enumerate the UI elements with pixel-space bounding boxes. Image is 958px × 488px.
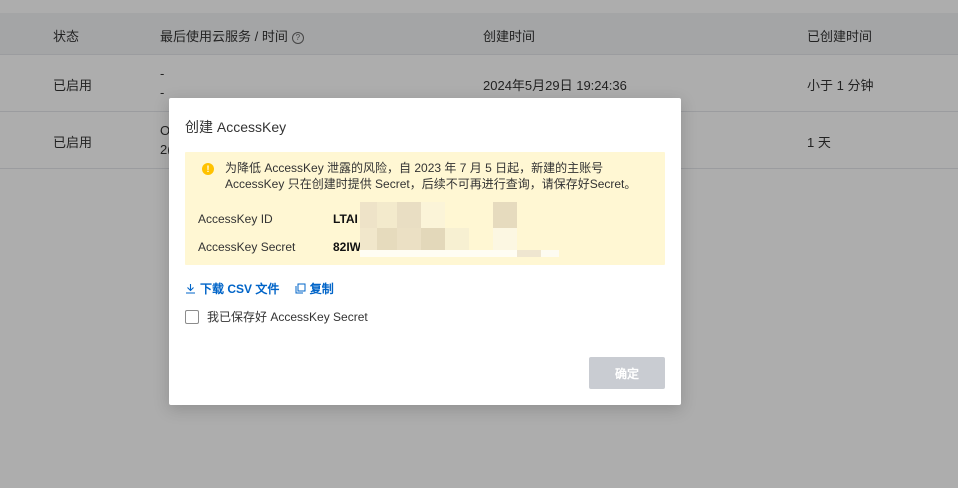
copy-icon [295, 283, 306, 294]
accesskey-id-label: AccessKey ID [198, 212, 273, 226]
notice-text: 为降低 AccessKey 泄露的风险，自 2023 年 7 月 5 日起，新建… [225, 161, 637, 191]
saved-secret-checkbox[interactable] [185, 309, 199, 324]
download-icon [186, 284, 195, 294]
accesskey-secret-label: AccessKey Secret [198, 240, 296, 254]
saved-confirm-row[interactable]: 我已保存好 AccessKey Secret [185, 308, 368, 325]
security-notice: ! 为降低 AccessKey 泄露的风险，自 2023 年 7 月 5 日起，… [185, 152, 665, 265]
accesskey-id-value[interactable]: LTAI [333, 212, 358, 226]
download-csv-link[interactable]: 下载 CSV 文件 [185, 280, 279, 297]
dialog-title: 创建 AccessKey [185, 119, 287, 135]
copy-link[interactable]: 复制 [295, 280, 334, 297]
saved-secret-label: 我已保存好 AccessKey Secret [207, 310, 368, 324]
create-accesskey-dialog: 创建 AccessKey ! 为降低 AccessKey 泄露的风险，自 202… [169, 98, 681, 405]
confirm-button[interactable]: 确定 [589, 357, 665, 389]
accesskey-secret-value[interactable]: 82IW [333, 240, 361, 254]
action-links: 下载 CSV 文件 复制 [185, 280, 346, 297]
warning-icon: ! [202, 163, 214, 175]
